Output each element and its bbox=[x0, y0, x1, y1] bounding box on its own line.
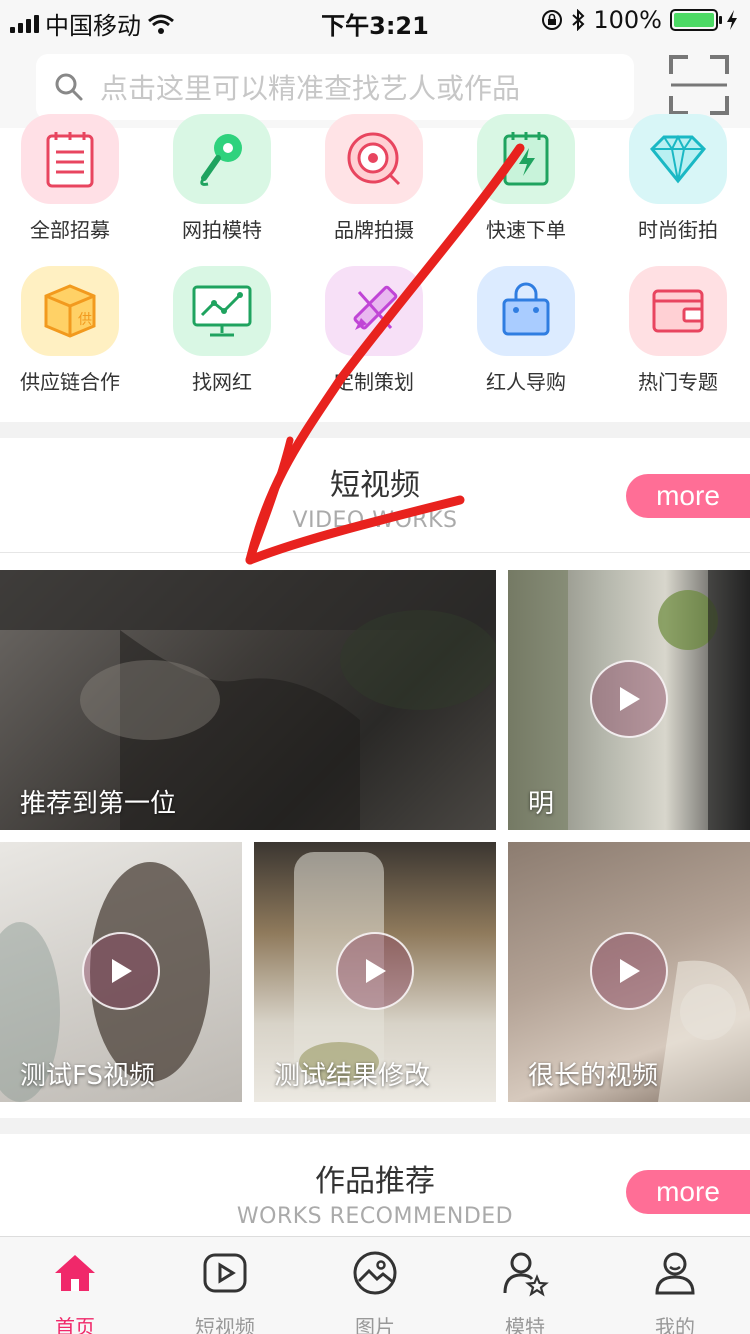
video-card[interactable]: 明 bbox=[508, 570, 750, 830]
quick-order-icon bbox=[477, 114, 575, 204]
wallet-icon bbox=[629, 266, 727, 356]
category-brand-shoot[interactable]: 品牌拍摄 bbox=[304, 114, 444, 243]
video-caption: 测试FS视频 bbox=[20, 1061, 156, 1091]
tab-label: 我的 bbox=[655, 1315, 695, 1334]
video-caption: 测试结果修改 bbox=[274, 1061, 431, 1091]
model-star-icon bbox=[503, 1252, 549, 1297]
camera-lens-icon bbox=[325, 114, 423, 204]
category-label: 时尚街拍 bbox=[638, 218, 718, 242]
video-card[interactable]: 推荐到第一位 bbox=[0, 570, 496, 830]
picture-icon bbox=[353, 1251, 397, 1295]
charging-icon bbox=[727, 10, 737, 30]
section-header: 短视频 VIDEO WORKS more bbox=[0, 438, 750, 553]
svg-text:供: 供 bbox=[78, 312, 92, 328]
category-label: 供应链合作 bbox=[20, 370, 120, 394]
diamond-icon bbox=[629, 114, 727, 204]
short-video-section: 短视频 VIDEO WORKS more 推荐到第一位 明 测试FS视频 测试结… bbox=[0, 438, 750, 1118]
play-icon bbox=[620, 687, 640, 711]
play-button[interactable] bbox=[336, 932, 414, 1010]
category-label: 热门专题 bbox=[638, 370, 718, 394]
category-label: 定制策划 bbox=[334, 370, 414, 394]
search-placeholder: 点击这里可以精准查找艺人或作品 bbox=[100, 72, 521, 105]
more-button[interactable]: more bbox=[626, 1170, 750, 1214]
orientation-lock-icon bbox=[542, 10, 563, 30]
works-recommended-section: 作品推荐 WORKS RECOMMENDED more bbox=[0, 1134, 750, 1244]
tab-pictures[interactable]: 图片 bbox=[300, 1237, 450, 1334]
category-quick-order[interactable]: 快速下单 bbox=[456, 114, 596, 243]
category-label: 全部招募 bbox=[30, 218, 110, 242]
profile-icon bbox=[655, 1252, 695, 1295]
category-label: 快速下单 bbox=[486, 218, 566, 242]
video-caption: 推荐到第一位 bbox=[20, 789, 177, 819]
tab-label: 短视频 bbox=[195, 1315, 255, 1334]
recruit-icon bbox=[21, 114, 119, 204]
play-icon bbox=[366, 959, 386, 983]
microphone-icon bbox=[173, 114, 271, 204]
play-button[interactable] bbox=[590, 932, 668, 1010]
tab-label: 图片 bbox=[355, 1315, 395, 1334]
monitor-chart-icon bbox=[173, 266, 271, 356]
search-icon bbox=[55, 73, 83, 101]
tab-label: 模特 bbox=[505, 1315, 545, 1334]
home-icon bbox=[55, 1255, 95, 1291]
video-card[interactable]: 很长的视频 bbox=[508, 842, 750, 1102]
category-online-model[interactable]: 网拍模特 bbox=[152, 114, 292, 243]
category-influencer-guide[interactable]: 红人导购 bbox=[456, 266, 596, 395]
scan-icon[interactable] bbox=[668, 54, 730, 116]
video-card[interactable]: 测试结果修改 bbox=[254, 842, 496, 1102]
battery-icon bbox=[670, 9, 722, 31]
search-input[interactable]: 点击这里可以精准查找艺人或作品 bbox=[36, 54, 634, 120]
shopping-bag-icon bbox=[477, 266, 575, 356]
category-all-recruit[interactable]: 全部招募 bbox=[0, 114, 140, 243]
pencil-ruler-icon bbox=[325, 266, 423, 356]
bottom-tab-bar: 首页 短视频 图片 模特 我的 bbox=[0, 1236, 750, 1334]
tab-mine[interactable]: 我的 bbox=[600, 1237, 750, 1334]
category-find-influencer[interactable]: 找网红 bbox=[152, 266, 292, 395]
more-button[interactable]: more bbox=[626, 474, 750, 518]
play-button[interactable] bbox=[590, 660, 668, 738]
bluetooth-icon bbox=[572, 9, 585, 31]
category-label: 红人导购 bbox=[486, 370, 566, 394]
tab-home[interactable]: 首页 bbox=[0, 1237, 150, 1334]
play-button[interactable] bbox=[82, 932, 160, 1010]
video-caption: 很长的视频 bbox=[528, 1061, 659, 1091]
video-caption: 明 bbox=[528, 789, 555, 819]
video-card[interactable]: 测试FS视频 bbox=[0, 842, 242, 1102]
tab-short-video[interactable]: 短视频 bbox=[150, 1237, 300, 1334]
play-icon bbox=[112, 959, 132, 983]
tab-models[interactable]: 模特 bbox=[450, 1237, 600, 1334]
category-label: 品牌拍摄 bbox=[334, 218, 414, 242]
category-supply-chain[interactable]: 供 供应链合作 bbox=[0, 266, 140, 395]
category-grid: 全部招募 网拍模特 品牌拍摄 快速下单 时尚街拍 供 供应链合作 找网红 定制策… bbox=[0, 114, 750, 422]
video-play-icon bbox=[203, 1253, 247, 1293]
play-icon bbox=[620, 959, 640, 983]
battery-percent: 100% bbox=[593, 6, 662, 34]
status-bar: 中国移动 下午3:21 100% bbox=[0, 0, 750, 40]
supply-box-icon: 供 bbox=[21, 266, 119, 356]
status-right: 100% bbox=[541, 6, 738, 34]
category-label: 网拍模特 bbox=[182, 218, 262, 242]
category-label: 找网红 bbox=[192, 370, 252, 394]
category-street-snap[interactable]: 时尚街拍 bbox=[608, 114, 748, 243]
tab-label: 首页 bbox=[55, 1315, 95, 1334]
category-hot-topics[interactable]: 热门专题 bbox=[608, 266, 748, 395]
category-custom-planning[interactable]: 定制策划 bbox=[304, 266, 444, 395]
